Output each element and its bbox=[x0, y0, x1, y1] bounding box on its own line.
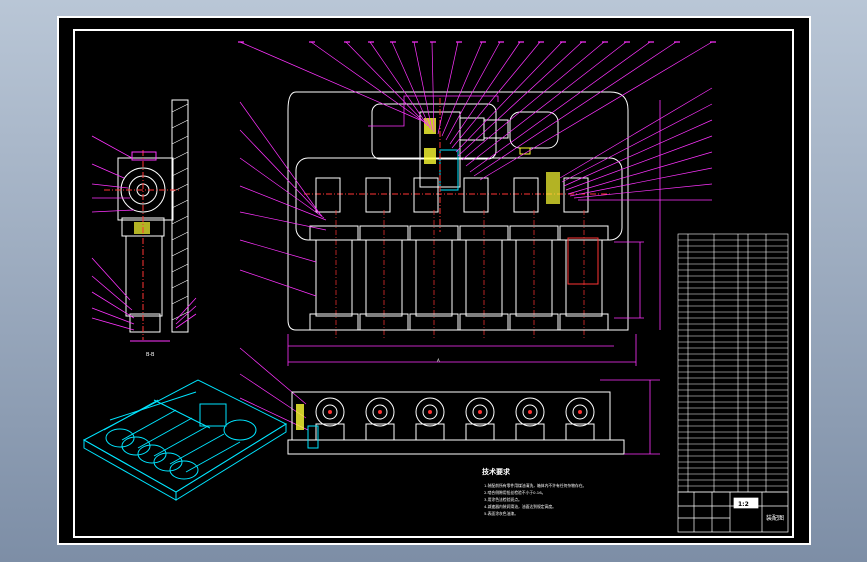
sheet-name: 装配图 bbox=[766, 514, 784, 522]
isometric-assembly-icon bbox=[82, 379, 288, 501]
cad-drawing: B-B A 技术要求 1.装配前所有零件用煤油清洗，箱体内不许有任何杂物存在。 … bbox=[73, 29, 794, 538]
front-view bbox=[287, 379, 660, 455]
view-label: A bbox=[437, 358, 440, 363]
tech-req-item: 3.用涂色法检验斑点。 bbox=[484, 497, 522, 502]
tech-req-item: 4.减速器内装润滑油，油面达到规定高度。 bbox=[484, 504, 556, 509]
title-block bbox=[677, 491, 789, 533]
parts-list-table bbox=[677, 233, 789, 493]
part-leaders bbox=[239, 41, 713, 431]
tech-req-item: 5.表面涂灰色油漆。 bbox=[484, 511, 518, 516]
tech-req-item: 2.啮合侧隙用铅丝检验不小于0.16。 bbox=[484, 490, 545, 495]
technical-requirements: 技术要求 1.装配前所有零件用煤油清洗，箱体内不许有任何杂物存在。 2.啮合侧隙… bbox=[482, 467, 586, 516]
cad-viewport[interactable]: B-B A 技术要求 1.装配前所有零件用煤油清洗，箱体内不许有任何杂物存在。 … bbox=[0, 0, 867, 562]
tech-req-title: 技术要求 bbox=[482, 467, 511, 476]
section-label: B-B bbox=[146, 352, 155, 358]
side-section-view: B-B bbox=[91, 99, 197, 358]
scale-label: 1:2 bbox=[738, 501, 749, 508]
tech-req-item: 1.装配前所有零件用煤油清洗，箱体内不许有任何杂物存在。 bbox=[484, 483, 586, 488]
